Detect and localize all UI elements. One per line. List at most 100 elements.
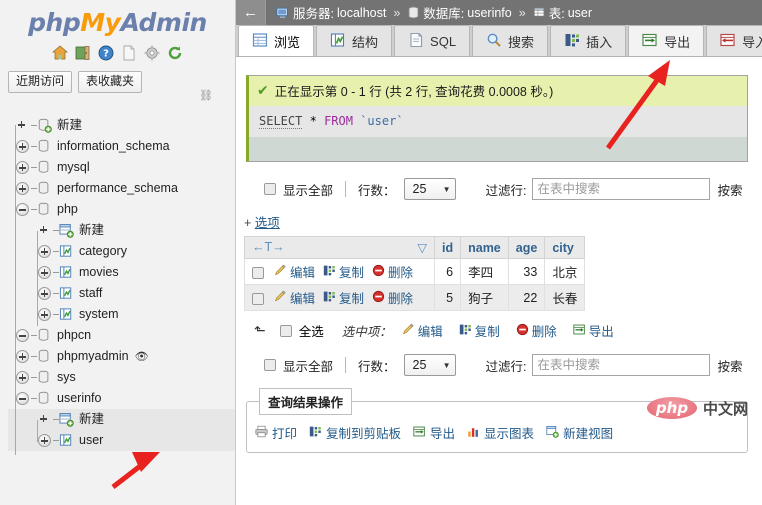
expand-plus-icon[interactable] xyxy=(38,287,51,300)
expand-plus-icon[interactable] xyxy=(38,434,51,447)
sort-header-cell[interactable]: ←T→ ▽ xyxy=(244,236,435,259)
tree-item-performance_schema[interactable]: performance_schema xyxy=(8,178,235,199)
bulk-action-复制[interactable]: 复制 xyxy=(459,321,500,340)
tree-item-userinfo[interactable]: userinfo xyxy=(8,388,235,409)
filter-input-bottom[interactable]: 在表中搜索 xyxy=(531,354,710,376)
tree-item-system[interactable]: system xyxy=(8,304,235,325)
query-link-显示图表[interactable]: 显示图表 xyxy=(467,423,534,442)
select-all-checkbox[interactable] xyxy=(279,324,292,337)
tree-item-sys[interactable]: sys xyxy=(8,367,235,388)
link-chain-icon[interactable]: ⛓ xyxy=(199,89,213,102)
show-all-label-bottom: 显示全部 xyxy=(283,359,334,374)
logout-icon[interactable] xyxy=(75,45,91,61)
recent-tables-button[interactable]: 近期访问 xyxy=(8,71,73,93)
column-header-age[interactable]: age xyxy=(507,236,546,259)
expand-plus-icon[interactable] xyxy=(38,308,51,321)
tree-item-movies[interactable]: movies xyxy=(8,262,235,283)
tree-item-phpmyadmin[interactable]: phpmyadmin 👁 xyxy=(8,346,235,367)
bulk-action-编辑[interactable]: 编辑 xyxy=(402,321,443,340)
column-header-label: age xyxy=(515,240,538,255)
tree-item-新建[interactable]: 新建 xyxy=(8,220,235,241)
phpmyadmin-logo[interactable]: phpMyAdmin xyxy=(0,0,235,35)
tree-item-label: system xyxy=(79,307,119,321)
sql-keyword-from: FROM xyxy=(324,114,353,128)
tab-SQL[interactable]: SQL xyxy=(394,25,471,56)
tree-item-user[interactable]: user xyxy=(8,430,235,451)
tree-item-mysql[interactable]: mysql xyxy=(8,157,235,178)
expand-plus-icon[interactable] xyxy=(16,140,29,153)
sql-query-display[interactable]: SELECT * FROM `user` xyxy=(249,106,747,137)
tree-item-phpcn[interactable]: phpcn xyxy=(8,325,235,346)
tree-item-label: category xyxy=(79,244,127,258)
cell-id[interactable]: 5 xyxy=(433,284,462,311)
column-header-name[interactable]: name xyxy=(460,236,509,259)
docs-icon[interactable] xyxy=(121,45,137,61)
tree-item-staff[interactable]: staff xyxy=(8,283,235,304)
show-all-checkbox-top[interactable] xyxy=(264,183,276,195)
cell-id[interactable]: 6 xyxy=(433,258,462,285)
rows-select-bottom[interactable]: 25 ▼ xyxy=(403,354,456,376)
refresh-icon[interactable] xyxy=(167,45,183,61)
rows-select-top[interactable]: 25 ▼ xyxy=(403,178,456,200)
cell-name[interactable]: 狗子 xyxy=(460,284,509,311)
favorite-tables-button[interactable]: 表收藏夹 xyxy=(78,71,143,93)
row-action-删除[interactable]: 删除 xyxy=(372,262,413,281)
options-toggle[interactable]: + 选项 xyxy=(244,212,762,231)
tree-spacer xyxy=(38,413,51,426)
cell-name[interactable]: 李四 xyxy=(460,258,509,285)
cell-city[interactable]: 北京 xyxy=(544,258,586,285)
query-link-打印[interactable]: 打印 xyxy=(255,423,297,442)
tab-结构[interactable]: 结构 xyxy=(316,25,393,56)
settings-gear-icon[interactable] xyxy=(144,45,160,61)
expand-plus-icon[interactable] xyxy=(16,371,29,384)
tree-item-新建[interactable]: 新建 xyxy=(8,409,235,430)
back-arrow-button[interactable]: ← xyxy=(236,0,266,25)
query-link-复制到剪贴板[interactable]: 复制到剪贴板 xyxy=(309,423,401,442)
home-icon[interactable] xyxy=(52,45,68,61)
chevron-down-icon[interactable]: ▽ xyxy=(417,240,427,255)
cell-age[interactable]: 33 xyxy=(507,258,546,285)
expand-plus-icon[interactable] xyxy=(38,266,51,279)
row-action-编辑[interactable]: 编辑 xyxy=(274,262,315,281)
tab-导入[interactable]: 导入 xyxy=(706,25,762,56)
tree-item-php[interactable]: php xyxy=(8,199,235,220)
row-checkbox[interactable] xyxy=(252,293,264,306)
tree-item-label: user xyxy=(79,433,104,447)
bulk-action-删除[interactable]: 删除 xyxy=(516,321,557,340)
bulk-action-bar: ⬑ 全选 选中项： 编辑 复制 删除 导出 xyxy=(254,321,762,340)
tab-导出[interactable]: 导出 xyxy=(628,25,705,56)
column-header-id[interactable]: id xyxy=(433,236,462,259)
row-action-删除[interactable]: 删除 xyxy=(372,288,413,307)
expand-plus-icon[interactable] xyxy=(38,245,51,258)
collapse-minus-icon[interactable] xyxy=(16,203,29,216)
query-link-新建视图[interactable]: 新建视图 xyxy=(546,423,613,442)
tab-搜索[interactable]: 搜索 xyxy=(472,25,549,56)
tree-item-新建[interactable]: 新建 xyxy=(8,115,235,136)
breadcrumb-db-value[interactable]: userinfo xyxy=(467,6,511,20)
filter-input-top[interactable]: 在表中搜索 xyxy=(531,178,710,200)
help-icon[interactable]: ? xyxy=(98,45,114,61)
breadcrumb-server-value[interactable]: localhost xyxy=(337,6,386,20)
row-action-编辑[interactable]: 编辑 xyxy=(274,288,315,307)
hidden-db-eye-icon[interactable]: 👁 xyxy=(135,350,149,363)
tree-item-information_schema[interactable]: information_schema xyxy=(8,136,235,157)
collapse-minus-icon[interactable] xyxy=(16,329,29,342)
expand-plus-icon[interactable] xyxy=(16,161,29,174)
bulk-action-导出[interactable]: 导出 xyxy=(573,321,614,340)
cell-age[interactable]: 22 xyxy=(507,284,546,311)
tree-item-category[interactable]: category xyxy=(8,241,235,262)
row-action-复制[interactable]: 复制 xyxy=(323,288,364,307)
column-header-city[interactable]: city xyxy=(544,236,586,259)
delete-icon xyxy=(372,290,385,306)
collapse-minus-icon[interactable] xyxy=(16,392,29,405)
row-action-复制[interactable]: 复制 xyxy=(323,262,364,281)
cell-city[interactable]: 长春 xyxy=(544,284,586,311)
tab-浏览[interactable]: 浏览 xyxy=(238,25,315,56)
row-checkbox[interactable] xyxy=(252,267,264,280)
show-all-checkbox-bottom[interactable] xyxy=(264,359,276,371)
expand-plus-icon[interactable] xyxy=(16,182,29,195)
expand-plus-icon[interactable] xyxy=(16,350,29,363)
tab-插入[interactable]: 插入 xyxy=(550,25,627,56)
query-link-导出[interactable]: 导出 xyxy=(413,423,455,442)
breadcrumb-table-value[interactable]: user xyxy=(568,6,592,20)
